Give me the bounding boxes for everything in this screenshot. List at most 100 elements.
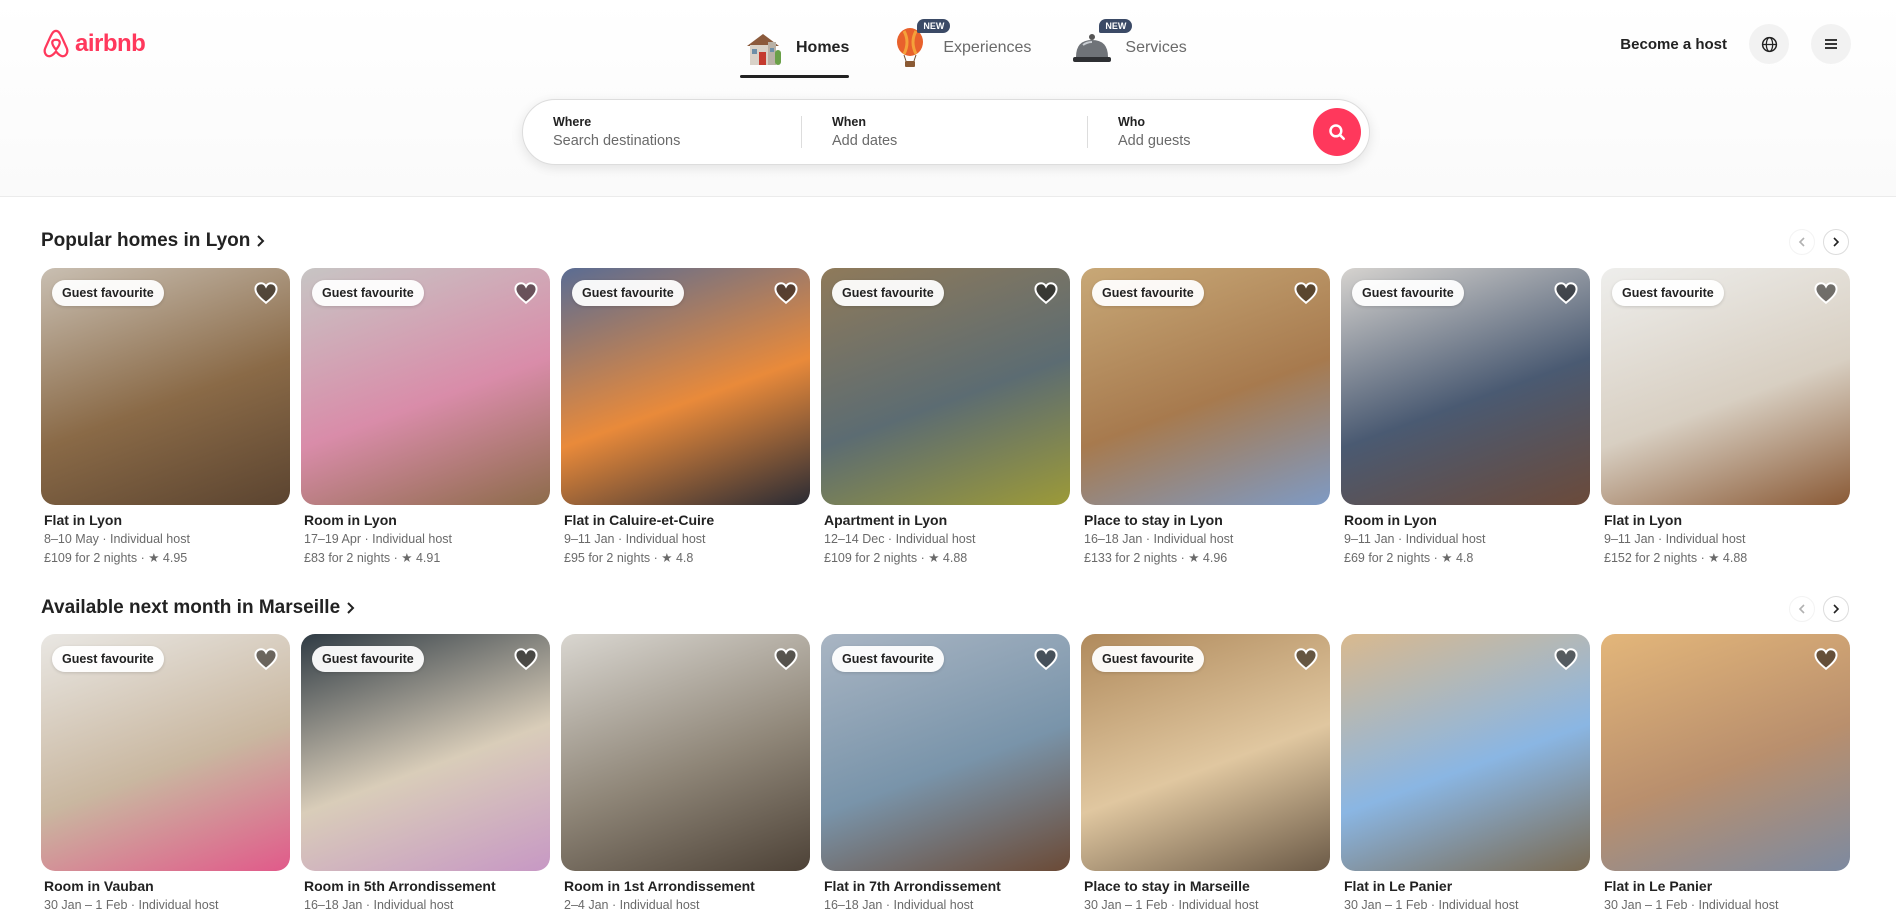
service-bell-icon: NEW [1069, 19, 1133, 71]
hamburger-menu-icon [1825, 39, 1837, 49]
guest-favourite-badge: Guest favourite [1612, 280, 1724, 306]
heart-icon[interactable] [1813, 646, 1839, 672]
listing-title: Room in Lyon [1344, 512, 1437, 528]
listing-price-rating: £109 for 2 nights · ★ 4.95 [44, 551, 188, 565]
heart-icon[interactable] [1813, 280, 1839, 306]
listing-card[interactable]: Flat in Le Panier 30 Jan – 1 Feb · Indivi… [1601, 634, 1850, 912]
listing-card[interactable]: Guest favourite Room in Lyon 17–19 Apr · I… [301, 268, 550, 565]
carousel-next-button[interactable] [1823, 229, 1849, 255]
menu-button[interactable] [1811, 24, 1851, 64]
section-title-link[interactable]: Available next month in Marseille [41, 597, 1849, 619]
tab-experiences[interactable]: NEW Experiences [887, 19, 1031, 74]
listing-dates-host: 12–14 Dec · Individual host [824, 532, 976, 546]
heart-icon[interactable] [1033, 646, 1059, 672]
listing-photo[interactable]: Guest favourite [1081, 634, 1330, 871]
listing-photo[interactable]: Guest favourite [821, 268, 1070, 505]
who-field[interactable]: Who Add guests [1088, 100, 1308, 164]
listing-dates-host: 30 Jan – 1 Feb · Individual host [44, 898, 219, 912]
tab-services[interactable]: NEW Services [1069, 19, 1187, 74]
listing-card[interactable]: Guest favourite Place to stay in Lyon 16–1… [1081, 268, 1330, 565]
listing-price-rating: £69 for 2 nights · ★ 4.8 [1344, 551, 1474, 565]
heart-icon[interactable] [1033, 280, 1059, 306]
section-lyon: Popular homes in Lyon Guest favourite Fla… [41, 229, 1850, 565]
listing-photo[interactable] [1341, 634, 1590, 871]
when-field[interactable]: When Add dates [802, 100, 1087, 164]
search-bar: Where When Add dates Who Add guests [522, 99, 1370, 165]
tab-homes[interactable]: Homes [740, 22, 850, 78]
heart-icon[interactable] [1293, 646, 1319, 672]
section-title-link[interactable]: Popular homes in Lyon [41, 230, 1849, 252]
listing-title: Room in Lyon [304, 512, 397, 528]
heart-icon[interactable] [773, 280, 799, 306]
heart-icon[interactable] [1293, 280, 1319, 306]
listing-title: Place to stay in Marseille [1084, 878, 1250, 894]
listing-row: Guest favourite Room in Vauban 30 Jan – 1 … [41, 634, 1850, 912]
listing-card[interactable]: Flat in Le Panier 30 Jan – 1 Feb · Indivi… [1341, 634, 1590, 912]
guest-favourite-badge: Guest favourite [312, 646, 424, 672]
section-marseille: Available next month in Marseille Guest … [41, 596, 1850, 912]
carousel-next-button[interactable] [1823, 596, 1849, 622]
heart-icon[interactable] [513, 646, 539, 672]
listing-card[interactable]: Guest favourite Flat in Caluire-et-Cuire 9… [561, 268, 810, 565]
tab-homes-label: Homes [796, 39, 850, 56]
tab-services-label: Services [1125, 39, 1187, 56]
listing-title: Flat in Le Panier [1344, 878, 1453, 894]
chevron-right-icon [347, 602, 355, 614]
where-field[interactable]: Where [523, 100, 801, 164]
chevron-left-icon [1798, 604, 1805, 614]
listing-title: Flat in 7th Arrondissement [824, 878, 1001, 894]
listing-photo[interactable]: Guest favourite [41, 268, 290, 505]
listing-card[interactable]: Guest favourite Flat in 7th Arrondissemen… [821, 634, 1070, 912]
listing-photo[interactable]: Guest favourite [1341, 268, 1590, 505]
header-actions: Become a host [1620, 24, 1851, 64]
airbnb-logo-icon [43, 29, 69, 58]
listing-photo[interactable]: Guest favourite [301, 634, 550, 871]
listing-card[interactable]: Guest favourite Flat in Lyon 9–11 Jan · In… [1601, 268, 1850, 565]
listing-photo[interactable]: Guest favourite [41, 634, 290, 871]
listing-card[interactable]: Guest favourite Place to stay in Marseill… [1081, 634, 1330, 912]
heart-icon[interactable] [253, 646, 279, 672]
listing-card[interactable]: Guest favourite Room in Vauban 30 Jan – 1 … [41, 634, 290, 912]
listing-photo[interactable]: Guest favourite [1601, 268, 1850, 505]
listing-price-rating: £109 for 2 nights · ★ 4.88 [824, 551, 968, 565]
heart-icon[interactable] [513, 280, 539, 306]
listing-card[interactable]: Room in 1st Arrondissement 2–4 Jan · Indi… [561, 634, 810, 912]
listing-photo[interactable]: Guest favourite [821, 634, 1070, 871]
listing-card[interactable]: Guest favourite Room in 5th Arrondissemen… [301, 634, 550, 912]
search-icon [1329, 124, 1345, 140]
heart-icon[interactable] [253, 280, 279, 306]
where-input[interactable] [553, 133, 753, 149]
guest-favourite-badge: Guest favourite [52, 646, 164, 672]
listing-card[interactable]: Guest favourite Room in Lyon 9–11 Jan · In… [1341, 268, 1590, 565]
airbnb-logo[interactable]: airbnb [41, 28, 146, 60]
chevron-right-icon [257, 235, 265, 247]
listing-price-rating: £152 for 2 nights · ★ 4.88 [1604, 551, 1748, 565]
carousel-prev-button[interactable] [1789, 596, 1815, 622]
search-button[interactable] [1313, 108, 1361, 156]
listing-card[interactable]: Guest favourite Flat in Lyon 8–10 May · In… [41, 268, 290, 565]
new-badge: NEW [1099, 19, 1133, 33]
listing-card[interactable]: Guest favourite Apartment in Lyon 12–14 De… [821, 268, 1070, 565]
heart-icon[interactable] [1553, 280, 1579, 306]
house-icon [740, 25, 786, 71]
listing-dates-host: 30 Jan – 1 Feb · Individual host [1604, 898, 1779, 912]
listing-photo[interactable]: Guest favourite [561, 268, 810, 505]
when-label: When [832, 115, 867, 129]
language-button[interactable] [1749, 24, 1789, 64]
listing-photo[interactable]: Guest favourite [1081, 268, 1330, 505]
listing-photo[interactable]: Guest favourite [301, 268, 550, 505]
globe-icon [1761, 36, 1777, 52]
listing-photo[interactable] [561, 634, 810, 871]
heart-icon[interactable] [773, 646, 799, 672]
guest-favourite-badge: Guest favourite [52, 280, 164, 306]
guest-favourite-badge: Guest favourite [1352, 280, 1464, 306]
guest-favourite-badge: Guest favourite [1092, 646, 1204, 672]
carousel-prev-button[interactable] [1789, 229, 1815, 255]
section-title: Popular homes in Lyon [41, 230, 251, 251]
listing-photo[interactable] [1601, 634, 1850, 871]
heart-icon[interactable] [1553, 646, 1579, 672]
become-host-link[interactable]: Become a host [1620, 36, 1727, 53]
listing-dates-host: 17–19 Apr · Individual host [304, 532, 453, 546]
listing-price-rating: £95 for 2 nights · ★ 4.8 [564, 551, 694, 565]
guest-favourite-badge: Guest favourite [832, 646, 944, 672]
